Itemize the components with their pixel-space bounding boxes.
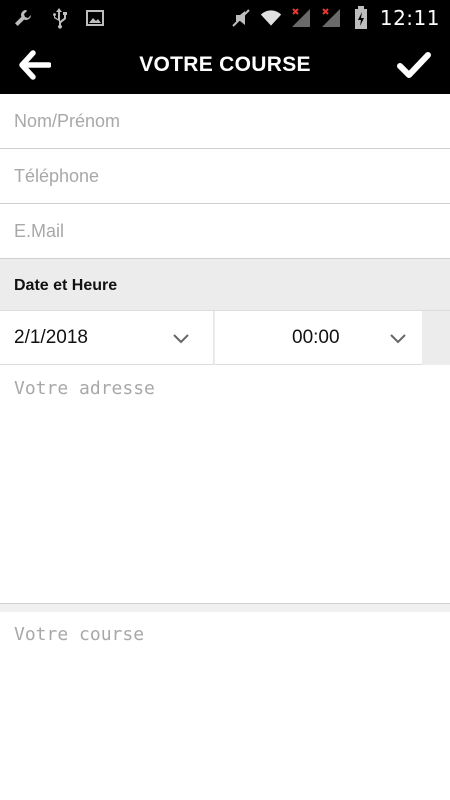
- phone-input[interactable]: [0, 149, 450, 203]
- confirm-button[interactable]: [396, 48, 432, 82]
- status-bar-right: 12:11: [230, 4, 440, 32]
- date-time-section-header: Date et Heure: [0, 259, 450, 311]
- time-value: 00:00: [292, 327, 340, 348]
- status-bar-left: [12, 6, 106, 30]
- address-area: [0, 366, 450, 604]
- course-area: [0, 612, 450, 800]
- image-icon: [84, 7, 106, 29]
- divider: [0, 604, 450, 612]
- signal-icon: [290, 7, 312, 29]
- wifi-icon: [260, 7, 282, 29]
- name-field-row: [0, 94, 450, 149]
- address-input[interactable]: [0, 366, 450, 603]
- date-value: 2/1/2018: [14, 327, 88, 348]
- course-input[interactable]: [0, 612, 450, 800]
- usb-icon: [48, 7, 70, 29]
- mute-icon: [230, 7, 252, 29]
- name-input[interactable]: [0, 94, 450, 148]
- phone-field-row: [0, 149, 450, 204]
- section-label: Date et Heure: [14, 277, 118, 294]
- email-field-row: [0, 204, 450, 259]
- status-time: 12:11: [379, 6, 440, 30]
- signal-icon: [320, 7, 342, 29]
- date-picker[interactable]: 2/1/2018: [0, 311, 214, 365]
- email-input[interactable]: [0, 204, 450, 258]
- check-icon: [397, 52, 431, 78]
- app-bar: VOTRE COURSE: [0, 36, 450, 94]
- status-bar: 12:11: [0, 0, 450, 36]
- battery-icon: [350, 6, 372, 29]
- chevron-down-icon: [173, 334, 189, 344]
- chevron-down-icon: [390, 334, 406, 344]
- wrench-icon: [12, 7, 34, 29]
- date-time-row: 2/1/2018 00:00: [0, 311, 450, 365]
- time-picker[interactable]: 00:00: [215, 311, 422, 365]
- page-title: VOTRE COURSE: [139, 53, 311, 76]
